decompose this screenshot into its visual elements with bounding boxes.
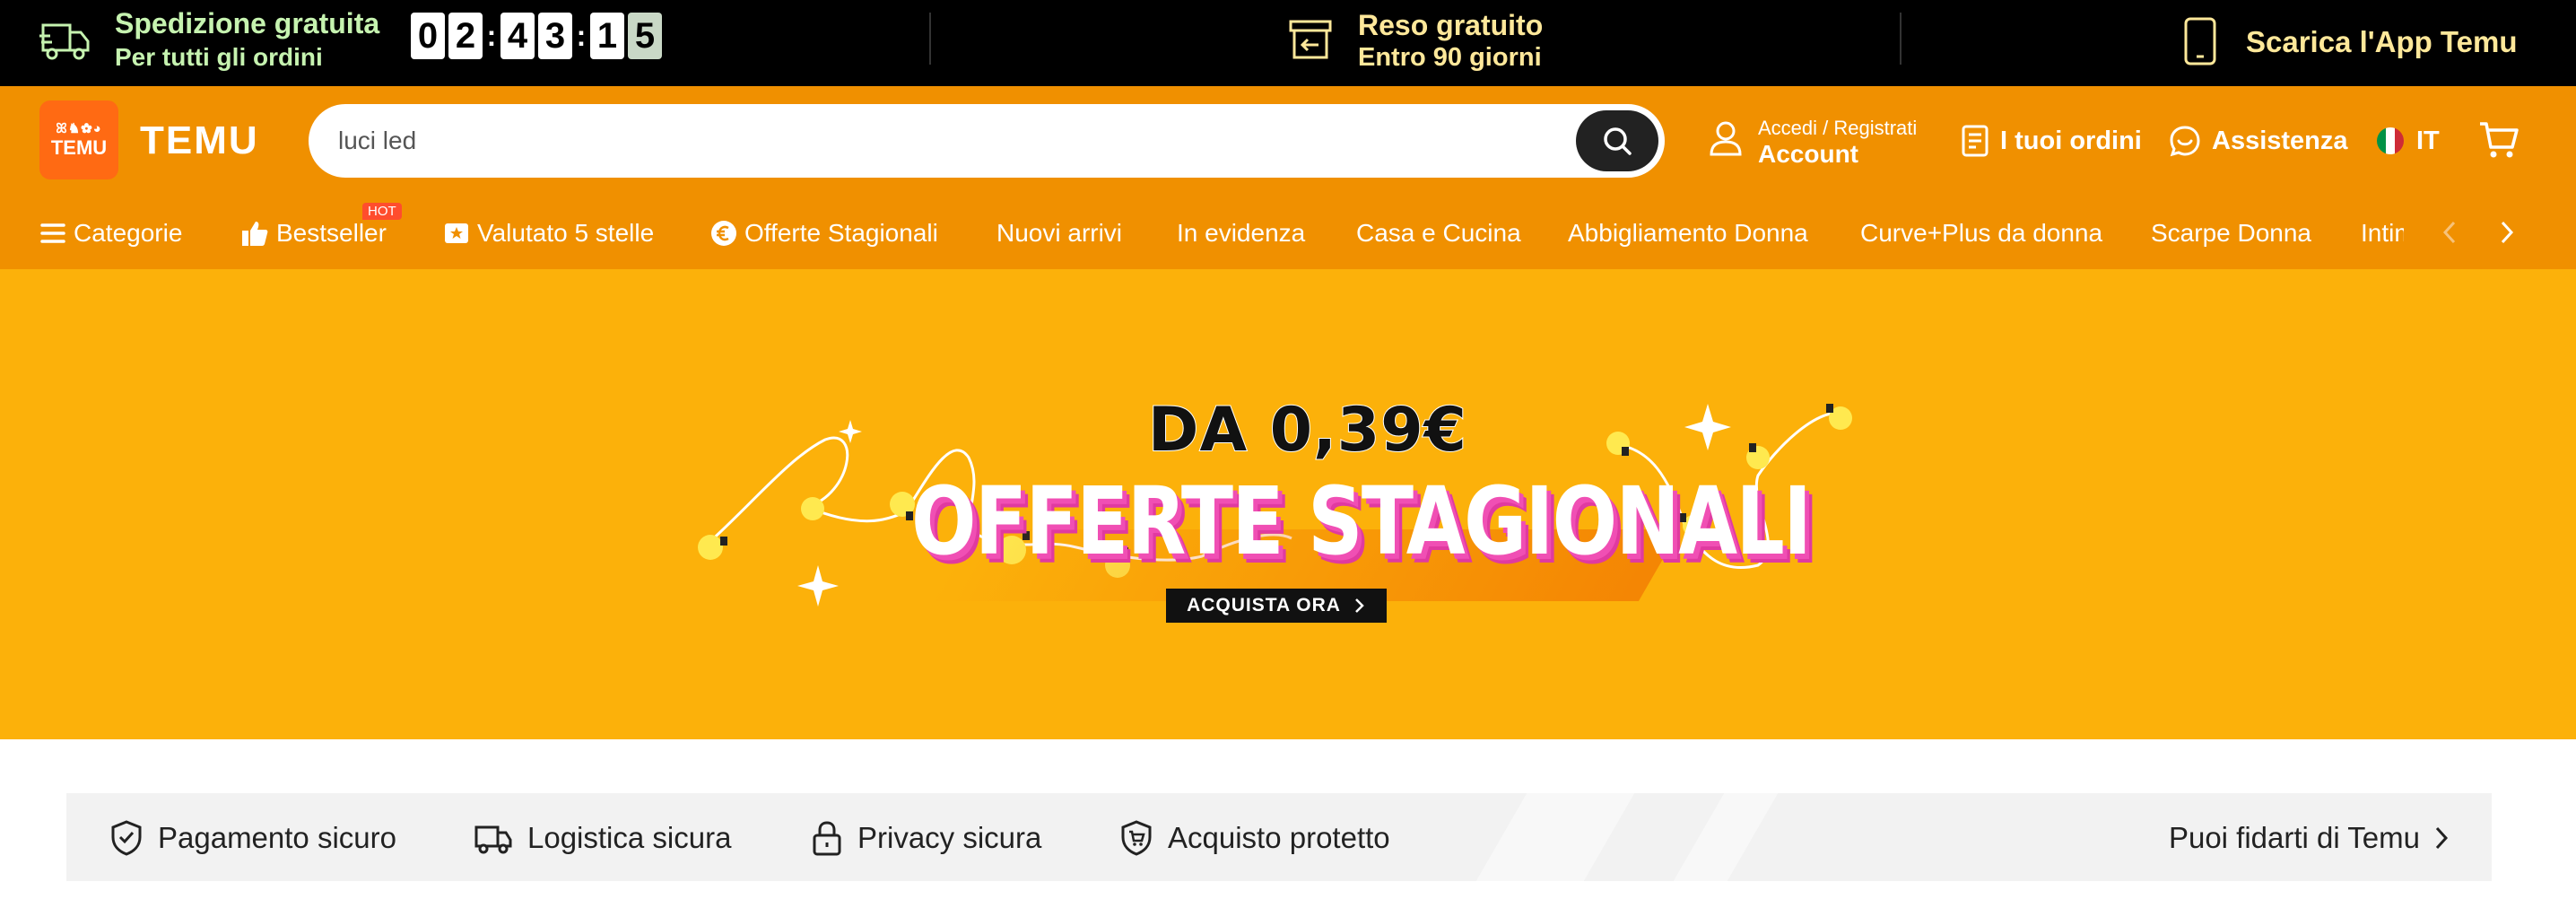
download-app-link[interactable]: Scarica l'App Temu [2246, 25, 2518, 59]
truck-icon [474, 825, 512, 854]
free-shipping-subtitle: Per tutti gli ordini [115, 43, 323, 71]
category-featured[interactable]: In evidenza [1177, 215, 1305, 251]
countdown-separator: : [576, 19, 587, 52]
language-label: IT [2416, 126, 2440, 155]
logo-wordmark[interactable]: TEMU [140, 118, 259, 163]
menu-icon [40, 223, 65, 243]
category-label: Bestseller [276, 219, 387, 247]
category-seasonal-offers[interactable]: Offerte Stagionali [710, 215, 938, 251]
orders-label: I tuoi ordini [2000, 126, 2142, 155]
divider [929, 13, 931, 65]
trust-bar: Pagamento sicuro Logistica sicura Privac… [66, 793, 2492, 881]
countdown-separator: : [486, 19, 497, 52]
decorative-stripe [1673, 793, 1779, 881]
category-label: Abbigliamento Donna [1568, 219, 1808, 247]
countdown-digit: 5 [628, 13, 662, 59]
chevron-right-icon [2435, 826, 2449, 850]
divider [1900, 13, 1902, 65]
trust-label: Privacy sicura [857, 821, 1042, 854]
trust-link-label: Puoi fidarti di Temu [2168, 821, 2420, 854]
category-nav: Categorie Bestseller HOT Valutato 5 stel… [0, 196, 2576, 269]
countdown-digit: 2 [448, 13, 483, 59]
temu-logo[interactable]: ꕤ♞✿◕ TEMU [39, 100, 118, 179]
nav-next-button[interactable] [2493, 217, 2520, 248]
category-new-arrivals[interactable]: Nuovi arrivi [996, 215, 1122, 251]
support-label: Assistenza [2212, 126, 2348, 155]
category-label: Valutato 5 stelle [477, 219, 655, 247]
truck-icon [39, 23, 90, 60]
chevron-right-icon [1355, 598, 1364, 613]
return-box-icon [1289, 20, 1332, 59]
trust-label: Acquisto protetto [1168, 821, 1390, 854]
category-label: Casa e Cucina [1356, 219, 1521, 247]
category-label: Categorie [74, 219, 183, 247]
search-icon [1604, 127, 1632, 155]
site-header: ꕤ♞✿◕ TEMU TEMU Accedi / Registrati Accou… [0, 86, 2576, 196]
countdown-digit: 0 [411, 13, 445, 59]
category-label: Scarpe Donna [2151, 219, 2312, 247]
hero-title: OFFERTE STAGIONALI [911, 467, 1812, 576]
nav-fade [2404, 196, 2576, 269]
free-shipping-title: Spedizione gratuita [115, 7, 380, 39]
promo-bar: Spedizione gratuita Per tutti gli ordini… [0, 0, 2576, 86]
countdown-digit: 3 [538, 13, 572, 59]
shield-check-icon [111, 820, 142, 856]
language-selector[interactable]: IT [2377, 118, 2440, 163]
shield-cart-icon [1121, 820, 1152, 856]
decorative-stripe [1475, 793, 1635, 881]
logo-small-text: TEMU [50, 136, 108, 159]
user-icon [1710, 121, 1742, 156]
account-label: Account [1758, 140, 1858, 168]
free-return-subtitle: Entro 90 giorni [1358, 43, 1542, 72]
category-home-kitchen[interactable]: Casa e Cucina [1356, 215, 1521, 251]
category-curve-plus[interactable]: Curve+Plus da donna [1860, 215, 2102, 251]
category-bestseller[interactable]: Bestseller [240, 215, 387, 251]
search-bar [309, 104, 1665, 178]
trust-label: Logistica sicura [527, 821, 732, 854]
trust-temu-link[interactable]: Puoi fidarti di Temu [2169, 818, 2450, 858]
trust-protected-purchase[interactable]: Acquisto protetto [1119, 818, 1390, 858]
category-five-stars[interactable]: Valutato 5 stelle [443, 215, 654, 251]
trust-label: Pagamento sicuro [158, 821, 396, 854]
euro-icon [711, 221, 736, 246]
category-label: Offerte Stagionali [744, 219, 938, 247]
category-label: In evidenza [1177, 219, 1306, 247]
chevron-left-icon [2442, 221, 2456, 244]
hot-badge: HOT [362, 203, 402, 220]
free-return-title: Reso gratuito [1358, 9, 1544, 41]
shop-now-label: ACQUISTA ORA [1187, 595, 1341, 616]
hero-banner[interactable]: DA 0,39€ OFFERTE STAGIONALI ACQUISTA ORA [0, 269, 2576, 739]
category-label: Curve+Plus da donna [1860, 219, 2103, 247]
category-label: Nuovi arrivi [996, 219, 1123, 247]
search-input[interactable] [338, 107, 1576, 175]
trust-secure-privacy[interactable]: Privacy sicura [811, 818, 1041, 858]
shop-now-button[interactable]: ACQUISTA ORA [1166, 589, 1387, 623]
support-link[interactable]: Assistenza [2169, 118, 2348, 163]
lock-icon [813, 821, 841, 856]
trust-secure-logistics[interactable]: Logistica sicura [474, 818, 731, 858]
category-women-clothing[interactable]: Abbigliamento Donna [1568, 215, 1808, 251]
trust-secure-payment[interactable]: Pagamento sicuro [109, 818, 396, 858]
category-women-shoes[interactable]: Scarpe Donna [2151, 215, 2311, 251]
nav-prev-button[interactable] [2436, 217, 2463, 248]
phone-icon[interactable] [2181, 16, 2219, 66]
chevron-right-icon [2501, 221, 2514, 244]
italy-flag-icon [2377, 127, 2404, 154]
account-menu[interactable]: Accedi / Registrati Account [1708, 109, 1923, 172]
search-button[interactable] [1576, 110, 1658, 171]
account-sign-in-label: Accedi / Registrati [1758, 117, 1918, 139]
cart-icon[interactable] [2477, 118, 2520, 162]
category-menu[interactable]: Categorie [39, 215, 182, 251]
star-badge-icon [445, 223, 468, 243]
thumbs-up-icon [242, 222, 268, 246]
countdown-timer: 0 2 : 4 3 : 1 5 [411, 13, 666, 59]
countdown-digit: 4 [500, 13, 535, 59]
logo-icons: ꕤ♞✿◕ [56, 121, 102, 136]
orders-link[interactable]: I tuoi ordini [1961, 118, 2142, 163]
support-icon [2170, 126, 2200, 157]
orders-icon [1962, 125, 1989, 157]
countdown-digit: 1 [590, 13, 624, 59]
hero-price: DA 0,39€ [1147, 394, 1467, 467]
